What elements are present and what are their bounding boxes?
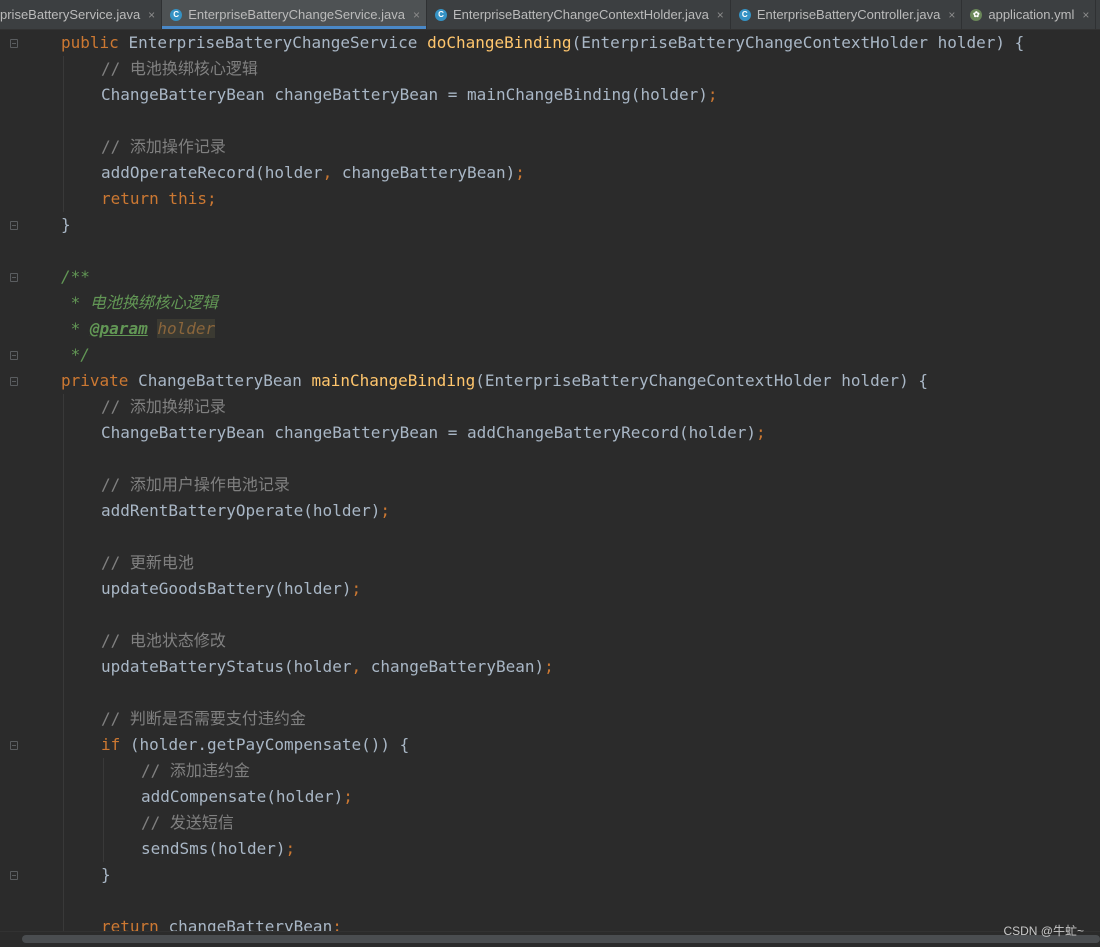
fold-icon[interactable] (10, 39, 18, 48)
fold-icon[interactable] (10, 351, 18, 360)
fold-icon[interactable] (10, 741, 18, 750)
code-line-14: private ChangeBatteryBean mainChangeBind… (61, 371, 928, 390)
fold-icon[interactable] (10, 871, 18, 880)
code-line-16: ChangeBatteryBean changeBatteryBean = ad… (101, 423, 766, 442)
code-editor[interactable]: public EnterpriseBatteryChangeService do… (22, 30, 1100, 932)
tab-label: EnterpriseBatteryController.java (756, 7, 941, 22)
close-icon[interactable]: × (717, 8, 724, 22)
indent-guide (63, 56, 64, 212)
tab-label: EnterpriseBatteryChangeContextHolder.jav… (452, 7, 709, 22)
tab-prise-battery-service[interactable]: priseBatteryService.java × (0, 0, 163, 29)
tab-label: priseBatteryService.java (0, 7, 141, 22)
code-line-5: // 添加操作记录 (101, 137, 226, 156)
code-line-3: ChangeBatteryBean changeBatteryBean = ma… (101, 85, 718, 104)
watermark: CSDN @牛虻~ (1003, 924, 1084, 938)
code-line-33: } (101, 865, 111, 884)
spring-yml-icon: ✿ (970, 8, 983, 21)
horizontal-scrollbar[interactable] (0, 931, 1100, 947)
code-line-27: // 判断是否需要支付违约金 (101, 709, 306, 728)
code-line-30: addCompensate(holder); (141, 787, 353, 806)
close-icon[interactable]: × (948, 8, 955, 22)
editor-tab-bar: priseBatteryService.java × C EnterpriseB… (0, 0, 1100, 30)
class-icon: C (434, 8, 447, 21)
code-line-35: return changeBatteryBean; (101, 917, 342, 932)
code-line-31: // 发送短信 (141, 813, 234, 832)
tab-enterprise-battery-controller[interactable]: C EnterpriseBatteryController.java × (731, 0, 963, 29)
class-icon: C (170, 8, 183, 21)
fold-icon[interactable] (10, 377, 18, 386)
scrollbar-thumb[interactable] (22, 935, 1100, 943)
indent-guide (63, 394, 64, 932)
editor-gutter (0, 30, 22, 932)
tab-enterprise-battery-change-service[interactable]: C EnterpriseBatteryChangeService.java × (162, 0, 427, 29)
code-line-12: * @param holder (61, 319, 216, 338)
code-line-13: */ (61, 345, 90, 364)
code-line-8: } (61, 215, 71, 234)
fold-icon[interactable] (10, 273, 18, 282)
code-line-7: return this; (101, 189, 217, 208)
code-line-18: // 添加用户操作电池记录 (101, 475, 290, 494)
tab-enterprise-battery-change-context-holder[interactable]: C EnterpriseBatteryChangeContextHolder.j… (427, 0, 731, 29)
code-line-24: // 电池状态修改 (101, 631, 226, 650)
code-line-1: public EnterpriseBatteryChangeService do… (61, 33, 1025, 52)
code-line-29: // 添加违约金 (141, 761, 250, 780)
code-line-6: addOperateRecord(holder, changeBatteryBe… (101, 163, 525, 182)
fold-icon[interactable] (10, 221, 18, 230)
tab-application-yml[interactable]: ✿ application.yml × (962, 0, 1097, 29)
close-icon[interactable]: × (413, 8, 420, 22)
tab-label: application.yml (988, 7, 1075, 22)
code-line-11: * 电池换绑核心逻辑 (61, 293, 218, 312)
close-icon[interactable]: × (1082, 8, 1089, 22)
code-line-21: // 更新电池 (101, 553, 194, 572)
code-line-22: updateGoodsBattery(holder); (101, 579, 362, 598)
indent-guide (103, 758, 104, 862)
code-line-15: // 添加换绑记录 (101, 397, 226, 416)
tab-label: EnterpriseBatteryChangeService.java (188, 7, 405, 22)
code-line-28: if (holder.getPayCompensate()) { (101, 735, 410, 754)
code-line-10: /** (61, 267, 90, 286)
class-icon: C (738, 8, 751, 21)
code-line-2: // 电池换绑核心逻辑 (101, 59, 258, 78)
close-icon[interactable]: × (148, 8, 155, 22)
code-line-32: sendSms(holder); (141, 839, 296, 858)
code-line-25: updateBatteryStatus(holder, changeBatter… (101, 657, 554, 676)
code-line-19: addRentBatteryOperate(holder); (101, 501, 390, 520)
